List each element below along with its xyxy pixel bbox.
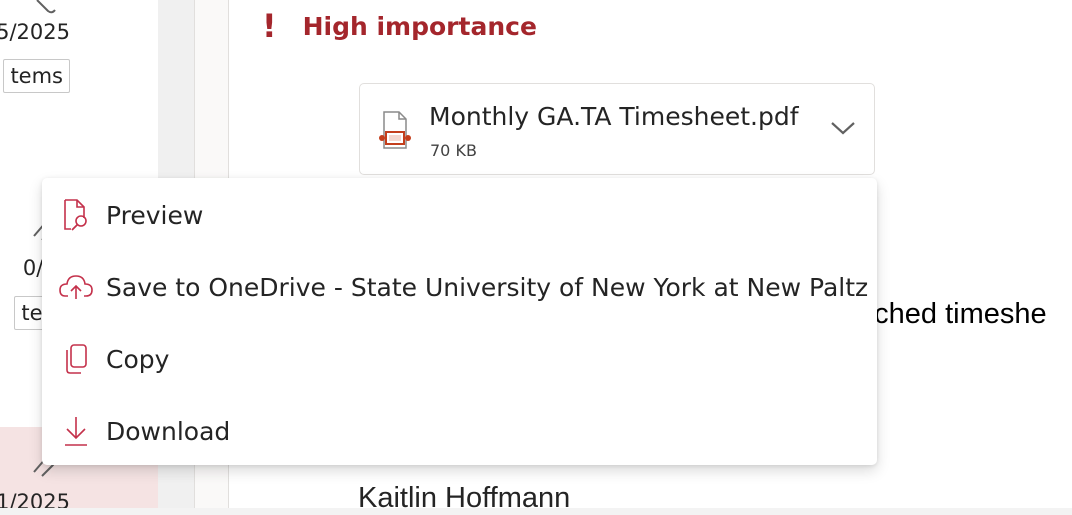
menu-item-preview[interactable]: Preview bbox=[42, 180, 877, 250]
message-date: 1/2025 bbox=[0, 490, 70, 508]
menu-item-label: Preview bbox=[106, 200, 204, 230]
message-body-text: ached timeshe bbox=[858, 298, 1047, 330]
attachment-clip-icon bbox=[36, 0, 56, 14]
document-search-icon bbox=[59, 198, 93, 232]
menu-item-label: Copy bbox=[106, 344, 170, 374]
exclamation-icon: ! bbox=[262, 7, 277, 45]
message-folder-chip[interactable]: tems bbox=[3, 59, 70, 93]
chevron-down-icon[interactable] bbox=[830, 120, 856, 136]
download-icon bbox=[59, 414, 93, 448]
signature-name: Kaitlin Hoffmann bbox=[358, 482, 571, 514]
menu-item-download[interactable]: Download bbox=[42, 396, 877, 466]
menu-item-copy[interactable]: Copy bbox=[42, 324, 877, 394]
menu-item-label: Download bbox=[106, 416, 231, 446]
pdf-file-icon bbox=[379, 111, 411, 149]
attachment-card[interactable]: Monthly GA.TA Timesheet.pdf 70 KB bbox=[359, 83, 875, 175]
copy-icon bbox=[59, 342, 93, 376]
cloud-upload-icon bbox=[59, 270, 93, 304]
menu-item-save-to-onedrive[interactable]: Save to OneDrive - State University of N… bbox=[42, 252, 877, 322]
importance-banner: ! High importance bbox=[262, 8, 537, 44]
attachment-context-menu: Preview Save to OneDrive - State Univers… bbox=[42, 178, 877, 465]
importance-label: High importance bbox=[302, 11, 537, 41]
attachment-file-name: Monthly GA.TA Timesheet.pdf bbox=[429, 102, 799, 131]
menu-item-label: Save to OneDrive - State University of N… bbox=[106, 272, 869, 302]
attachment-file-size: 70 KB bbox=[430, 141, 477, 160]
message-date: 5/2025 bbox=[0, 20, 70, 44]
